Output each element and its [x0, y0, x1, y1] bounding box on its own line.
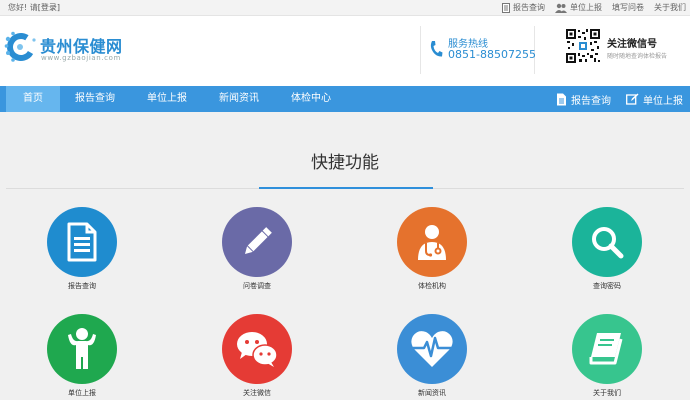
tile-news-circle: [397, 314, 467, 384]
nav-right-unit-report[interactable]: 单位上报: [626, 86, 683, 112]
tile-report-query-circle: [47, 207, 117, 277]
top-link-survey-label: 填写问卷: [612, 3, 644, 12]
tile-unit-report-label: 单位上报: [68, 389, 96, 397]
tile-survey[interactable]: 问卷调查: [202, 207, 312, 290]
tile-about-us[interactable]: 关于我们: [552, 314, 662, 397]
nav-news[interactable]: 新闻资讯: [206, 86, 272, 112]
top-link-survey[interactable]: 填写问卷: [612, 0, 644, 16]
tile-follow-wechat[interactable]: 关注微信: [202, 314, 312, 397]
tile-report-query[interactable]: 报告查询: [27, 207, 137, 290]
person-icon: [68, 328, 96, 369]
nav-report-query[interactable]: 报告查询: [62, 86, 128, 112]
site-logo[interactable]: 贵州保健网 www.gzbaojian.com: [4, 28, 134, 70]
section-title: 快捷功能: [311, 153, 379, 173]
magnifier-icon: [592, 227, 624, 259]
tile-report-query-label: 报告查询: [68, 282, 96, 290]
tile-news-label: 新闻资讯: [418, 389, 446, 397]
top-link-unit-label: 单位上报: [570, 3, 602, 12]
pencil-icon: [244, 227, 272, 255]
service-hotline: 服务热线 0851-88507255: [420, 26, 536, 74]
users-icon: [555, 3, 567, 13]
header: 贵州保健网 www.gzbaojian.com 服务热线 0851-885072…: [0, 16, 690, 86]
tile-survey-circle: [222, 207, 292, 277]
wechat-subtitle: 随时随地查询体检报告: [607, 53, 668, 60]
document-icon: [502, 3, 510, 13]
top-link-unit[interactable]: 单位上报: [555, 0, 602, 16]
tile-unit-report-circle: [47, 314, 117, 384]
section-divider-accent: [259, 187, 433, 189]
login-link[interactable]: [登录]: [38, 3, 60, 12]
tile-query-password-circle: [572, 207, 642, 277]
tile-about-us-circle: [572, 314, 642, 384]
top-link-report[interactable]: 报告查询: [502, 0, 545, 16]
heartbeat-icon: [411, 331, 453, 367]
nav-home[interactable]: 首页: [6, 86, 60, 112]
nav-unit-report[interactable]: 单位上报: [134, 86, 200, 112]
greeting-text: 您好! 请: [8, 3, 38, 12]
tile-query-password-label: 查询密码: [593, 282, 621, 290]
top-link-about[interactable]: 关于我们: [654, 0, 686, 16]
document-icon: [557, 93, 566, 105]
tile-query-password[interactable]: 查询密码: [552, 207, 662, 290]
nav-right-unit-report-label: 单位上报: [643, 95, 683, 107]
wechat-follow: 关注微信号 随时随地查询体检报告: [565, 28, 685, 74]
wechat-icon: [237, 332, 278, 367]
hotline-number: 0851-88507255: [448, 48, 536, 61]
nav-right-report-query-label: 报告查询: [571, 95, 611, 107]
quick-functions-section: 快捷功能 报告查询 问卷调查 体检机构 查询密码 单位上报 关注微信 新闻资讯 …: [0, 112, 690, 400]
tile-checkup-institution-label: 体检机构: [418, 282, 446, 290]
top-link-about-label: 关于我们: [654, 3, 686, 12]
top-link-report-label: 报告查询: [513, 3, 545, 12]
site-url: www.gzbaojian.com: [41, 54, 121, 62]
phone-icon: [430, 41, 443, 57]
tile-follow-wechat-label: 关注微信: [243, 389, 271, 397]
tile-news[interactable]: 新闻资讯: [377, 314, 487, 397]
tile-follow-wechat-circle: [222, 314, 292, 384]
top-links: 报告查询 单位上报 填写问卷 关于我们: [502, 0, 686, 16]
tile-about-us-label: 关于我们: [593, 389, 621, 397]
report-document-icon: [67, 222, 97, 262]
nav-checkup-center[interactable]: 体检中心: [278, 86, 344, 112]
wechat-title: 关注微信号: [607, 39, 657, 50]
logo-mark-icon: [4, 31, 36, 62]
greeting: 您好! 请[登录]: [8, 0, 60, 16]
tile-checkup-institution[interactable]: 体检机构: [377, 207, 487, 290]
main-nav: 首页 报告查询 单位上报 新闻资讯 体检中心 报告查询 单位上报: [0, 86, 690, 112]
doctor-icon: [418, 225, 446, 260]
nav-right-report-query[interactable]: 报告查询: [556, 86, 611, 112]
tile-checkup-institution-circle: [397, 207, 467, 277]
tile-survey-label: 问卷调查: [243, 282, 271, 290]
top-bar: 您好! 请[登录] 报告查询 单位上报 填写问卷 关于我们: [0, 0, 690, 16]
book-icon: [589, 333, 623, 365]
qr-code-icon: [565, 28, 601, 64]
edit-icon: [626, 93, 639, 105]
tile-unit-report[interactable]: 单位上报: [27, 314, 137, 397]
